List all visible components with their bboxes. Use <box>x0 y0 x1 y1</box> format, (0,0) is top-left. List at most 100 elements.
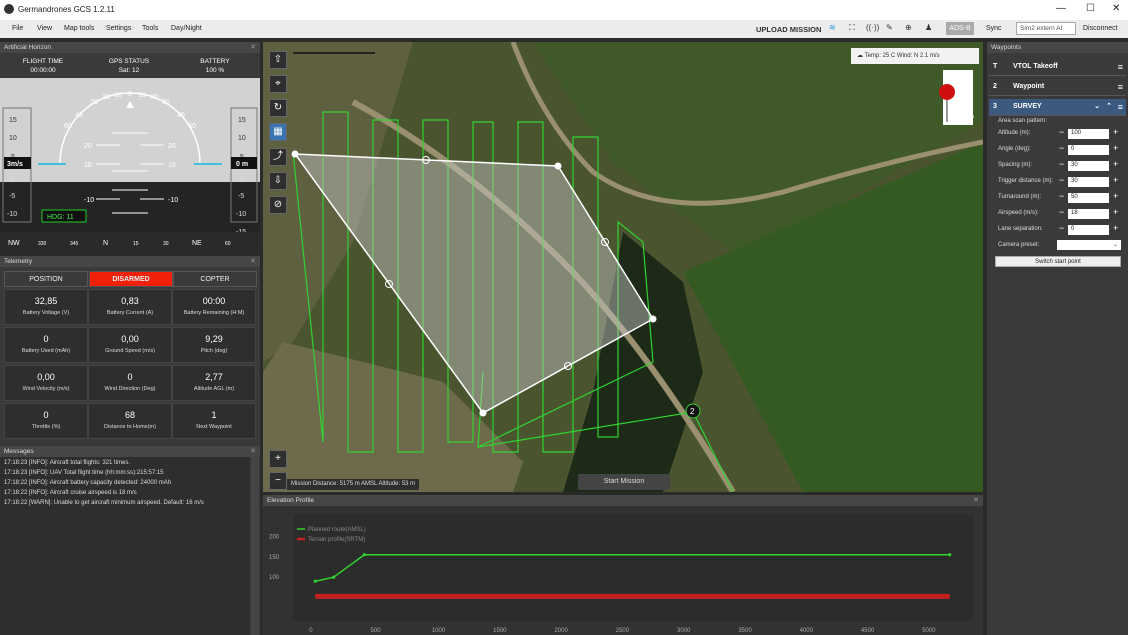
speed-tick: 0 <box>11 177 15 184</box>
minus-icon[interactable]: − <box>1059 127 1064 137</box>
minus-icon[interactable]: − <box>1059 175 1064 185</box>
minimize-button[interactable]: — <box>1056 3 1066 14</box>
menu-icon[interactable]: ≡ <box>1118 62 1123 72</box>
panel-title: Waypoints <box>991 44 1022 51</box>
menu-view[interactable]: View <box>37 25 52 32</box>
waypoint-row-takeoff[interactable]: T VTOL Takeoff ≡ <box>989 59 1126 76</box>
connection-select[interactable]: Sim2 extern AI <box>1016 22 1076 35</box>
plus-icon[interactable]: + <box>1113 223 1118 233</box>
plot-area <box>293 514 973 621</box>
polygon-vertex[interactable] <box>554 162 562 170</box>
waypoint-row-survey[interactable]: 3 SURVEY ⌄ ⌃ ≡ <box>989 99 1126 116</box>
chevron-up-icon[interactable]: ⌃ <box>1106 102 1112 110</box>
plus-icon[interactable]: + <box>1113 175 1118 185</box>
location-pin-icon[interactable]: ⌖ <box>269 75 287 93</box>
route-point <box>332 575 336 579</box>
telemetry-cell-battery-used: 0 Battery Used (mAh) <box>4 327 88 363</box>
wifi-icon[interactable]: ≋ <box>829 23 836 32</box>
menu-file[interactable]: File <box>12 25 23 32</box>
menu-map-tools[interactable]: Map tools <box>64 25 94 32</box>
chevron-down-icon[interactable]: ⌄ <box>1094 102 1100 110</box>
arrow-up-icon[interactable]: ⇧ <box>269 51 287 69</box>
speed-value: 3m/s <box>7 161 23 168</box>
cell-label: Wind Direction (Deg) <box>104 386 156 392</box>
switch-start-point-button[interactable]: Switch start point <box>995 256 1121 267</box>
menu-tools[interactable]: Tools <box>142 25 158 32</box>
minus-icon[interactable]: − <box>1059 223 1064 233</box>
tab-position[interactable]: POSITION <box>4 271 88 287</box>
elevation-chart: Planned route(AMSL) Terrain profile(SRTM… <box>263 506 983 635</box>
waypoint-row-waypoint[interactable]: 2 Waypoint ≡ <box>989 79 1126 96</box>
start-mission-button[interactable]: Start Mission <box>578 474 670 490</box>
trigger-distance-input[interactable]: 30 <box>1068 177 1109 187</box>
plus-icon[interactable]: + <box>1113 143 1118 153</box>
waypoint-number: 2 <box>993 83 997 90</box>
curve-tool-icon[interactable]: ⤴ <box>269 148 287 166</box>
minus-icon[interactable]: − <box>1059 143 1064 153</box>
user-icon[interactable]: ♟ <box>925 23 932 32</box>
disconnect-button[interactable]: Disconnect <box>1083 25 1118 32</box>
adsb-button[interactable]: ADS-B <box>946 22 974 35</box>
camera-preset-select[interactable]: ⌄ <box>1057 240 1121 250</box>
legend-terrain: Terrain profile(SRTM) <box>308 537 365 543</box>
messages-scrollbar[interactable] <box>251 457 259 635</box>
lane-separation-input[interactable]: 0 <box>1068 225 1109 235</box>
minus-icon[interactable]: − <box>1059 159 1064 169</box>
close-icon[interactable]: ✕ <box>250 257 256 265</box>
waypoints-panel: Waypoints T VTOL Takeoff ≡ 2 Waypoint ≡ 3 SUR… <box>987 42 1128 635</box>
map-view[interactable]: 2 ⇧ ⌖ ↻ ▦ ⤴ ⇩ ⊘ + − ☁ Temp: 25 C Wind: N… <box>263 42 983 492</box>
alt-tick: 10 <box>238 135 246 142</box>
close-icon[interactable]: ✕ <box>973 496 979 504</box>
spacing-input[interactable]: 30 <box>1068 161 1109 171</box>
sync-menu[interactable]: Sync <box>986 25 1002 32</box>
polygon-vertex[interactable] <box>649 315 657 323</box>
download-icon[interactable]: ⇩ <box>269 172 287 190</box>
zoom-in-button[interactable]: + <box>269 450 287 468</box>
panel-header: Waypoints <box>987 42 1128 53</box>
cell-label: Distance to Home(m) <box>104 424 156 430</box>
panel-header: Artificial Horizon ✕ <box>0 42 260 53</box>
minus-icon[interactable]: − <box>1059 191 1064 201</box>
maximize-button[interactable]: ☐ <box>1086 3 1095 14</box>
legend-route: Planned route(AMSL) <box>308 527 366 533</box>
menu-icon[interactable]: ≡ <box>1118 102 1123 112</box>
fullscreen-icon[interactable]: ⛶ <box>849 23 855 33</box>
clear-icon[interactable]: ⊘ <box>269 196 287 214</box>
gps-status-stat: GPS STATUS Sat: 12 <box>86 58 172 74</box>
upload-mission-button[interactable]: UPLOAD MISSION <box>756 25 821 34</box>
menu-icon[interactable]: ≡ <box>1118 82 1123 92</box>
plus-icon[interactable]: + <box>1113 207 1118 217</box>
zoom-out-button[interactable]: − <box>269 472 287 490</box>
weather-text: Temp: 25 C Wind: N 2.1 m/s <box>864 53 940 59</box>
polygon-vertex[interactable] <box>479 409 487 417</box>
plus-icon[interactable]: + <box>1113 159 1118 169</box>
plus-icon[interactable]: + <box>1113 127 1118 137</box>
airspeed-input[interactable]: 18 <box>1068 209 1109 219</box>
satellite-map[interactable]: 2 <box>263 42 983 492</box>
rotate-icon[interactable]: ↻ <box>269 99 287 117</box>
target-icon[interactable]: ⊕ <box>905 23 912 32</box>
panel-header: Elevation Profile ✕ <box>263 495 983 506</box>
close-icon[interactable]: ✕ <box>250 43 256 51</box>
signal-icon[interactable]: ((·)) <box>866 23 879 32</box>
ruler-icon[interactable]: ✎ <box>886 23 893 32</box>
close-icon[interactable]: ✕ <box>250 447 256 455</box>
tab-copter[interactable]: COPTER <box>173 271 257 287</box>
camera-preset-label: Camera preset: <box>998 242 1040 248</box>
message-line: 17:18:23 [INFO]: Aircraft total flights:… <box>4 460 131 466</box>
polygon-vertex[interactable] <box>291 150 299 158</box>
angle-input[interactable]: 0 <box>1068 145 1109 155</box>
roll-label: 45 <box>177 112 185 119</box>
turnaround-input[interactable]: 50 <box>1068 193 1109 203</box>
menu-day-night[interactable]: Day/Night <box>171 25 202 32</box>
telemetry-panel: Telemetry ✕ POSITION DISARMED COPTER 32,8… <box>0 256 260 446</box>
minus-icon[interactable]: − <box>1059 207 1064 217</box>
cell-label: Altitude AGL (m) <box>193 386 235 392</box>
polygon-tool-icon[interactable]: ▦ <box>269 123 287 141</box>
tab-disarmed[interactable]: DISARMED <box>89 271 173 287</box>
plus-icon[interactable]: + <box>1113 191 1118 201</box>
altitude-input[interactable]: 100 <box>1068 129 1109 139</box>
close-window-button[interactable]: ✕ <box>1112 3 1120 14</box>
compass-label: 15 <box>133 241 139 247</box>
menu-settings[interactable]: Settings <box>106 25 131 32</box>
